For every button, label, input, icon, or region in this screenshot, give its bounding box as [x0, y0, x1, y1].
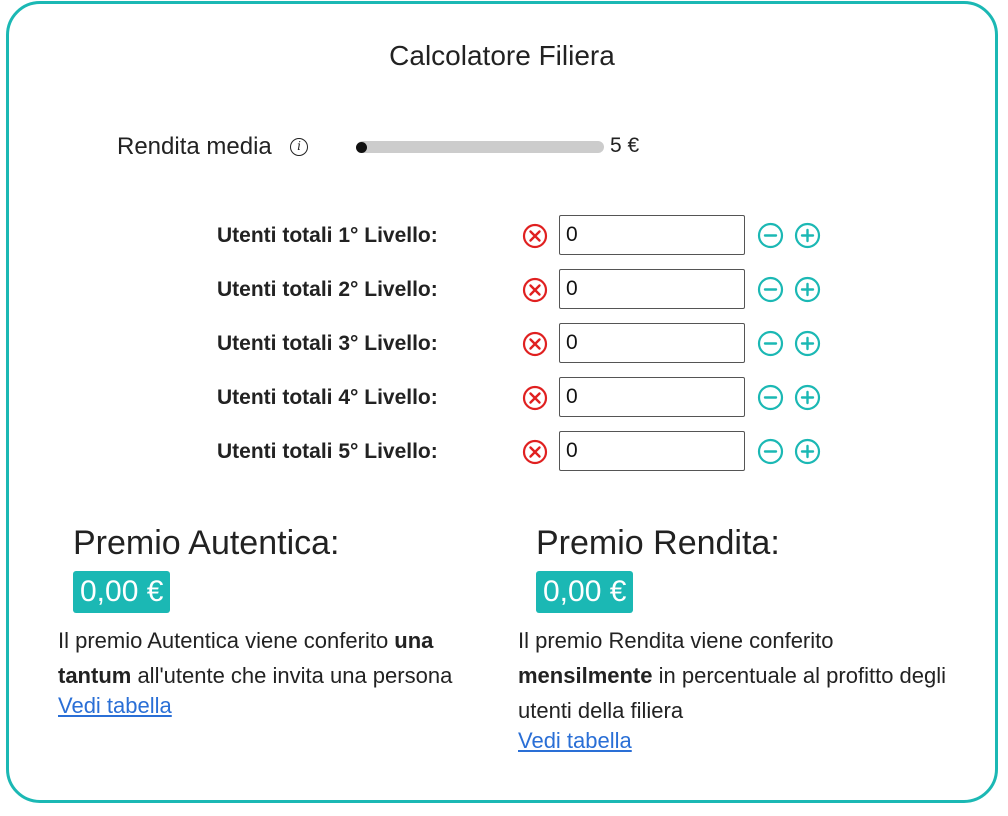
level-5-input[interactable] — [559, 431, 745, 471]
minus-circle-icon[interactable] — [757, 330, 784, 357]
plus-circle-icon[interactable] — [794, 222, 821, 249]
level-label: Utenti totali 4° Livello: — [217, 386, 438, 409]
level-label: Utenti totali 3° Livello: — [217, 332, 438, 355]
calculator-card: Calcolatore Filiera Rendita media i 5 € … — [6, 1, 998, 803]
clear-circle-x-icon[interactable] — [522, 439, 548, 465]
minus-circle-icon[interactable] — [757, 384, 784, 411]
level-3-input[interactable] — [559, 323, 745, 363]
level-label: Utenti totali 5° Livello: — [217, 440, 438, 463]
desc-bold: mensilmente — [518, 663, 653, 688]
clear-circle-x-icon[interactable] — [522, 385, 548, 411]
premio-rendita-description: Il premio Rendita viene conferito mensil… — [518, 623, 958, 728]
level-row-2: Utenti totali 2° Livello: — [9, 268, 995, 310]
premio-rendita-amount: 0,00 € — [536, 571, 634, 613]
level-row-4: Utenti totali 4° Livello: — [9, 376, 995, 418]
desc-text: all'utente che invita una persona — [131, 663, 453, 688]
level-1-input[interactable] — [559, 215, 745, 255]
premio-autentica-amount: 0,00 € — [73, 571, 171, 613]
minus-circle-icon[interactable] — [757, 276, 784, 303]
info-icon[interactable]: i — [290, 138, 308, 156]
minus-circle-icon[interactable] — [757, 222, 784, 249]
desc-text: Il premio Rendita viene conferito — [518, 628, 834, 653]
rendita-value: 5 € — [610, 134, 640, 157]
level-label: Utenti totali 1° Livello: — [217, 224, 438, 247]
plus-circle-icon[interactable] — [794, 438, 821, 465]
vedi-tabella-rendita-link[interactable]: Vedi tabella — [518, 728, 632, 754]
level-row-5: Utenti totali 5° Livello: — [9, 430, 995, 472]
vedi-tabella-autentica-link[interactable]: Vedi tabella — [58, 693, 172, 719]
page-title: Calcolatore Filiera — [389, 40, 615, 71]
premio-rendita-section: Premio Rendita: 0,00 € Il premio Rendita… — [518, 524, 958, 754]
premio-rendita-title: Premio Rendita: — [536, 524, 780, 562]
rendita-media-label: Rendita media — [117, 133, 272, 160]
level-4-input[interactable] — [559, 377, 745, 417]
clear-circle-x-icon[interactable] — [522, 277, 548, 303]
clear-circle-x-icon[interactable] — [522, 223, 548, 249]
level-label: Utenti totali 2° Livello: — [217, 278, 438, 301]
level-row-1: Utenti totali 1° Livello: — [9, 214, 995, 256]
level-row-3: Utenti totali 3° Livello: — [9, 322, 995, 364]
plus-circle-icon[interactable] — [794, 276, 821, 303]
slider-thumb[interactable] — [356, 142, 367, 153]
premio-autentica-description: Il premio Autentica viene conferito una … — [58, 623, 478, 693]
desc-text: Il premio Autentica viene conferito — [58, 628, 395, 653]
level-2-input[interactable] — [559, 269, 745, 309]
premio-autentica-title: Premio Autentica: — [73, 524, 340, 562]
plus-circle-icon[interactable] — [794, 384, 821, 411]
clear-circle-x-icon[interactable] — [522, 331, 548, 357]
rendita-slider[interactable] — [356, 141, 604, 153]
premio-autentica-section: Premio Autentica: 0,00 € Il premio Auten… — [58, 524, 478, 719]
plus-circle-icon[interactable] — [794, 330, 821, 357]
minus-circle-icon[interactable] — [757, 438, 784, 465]
